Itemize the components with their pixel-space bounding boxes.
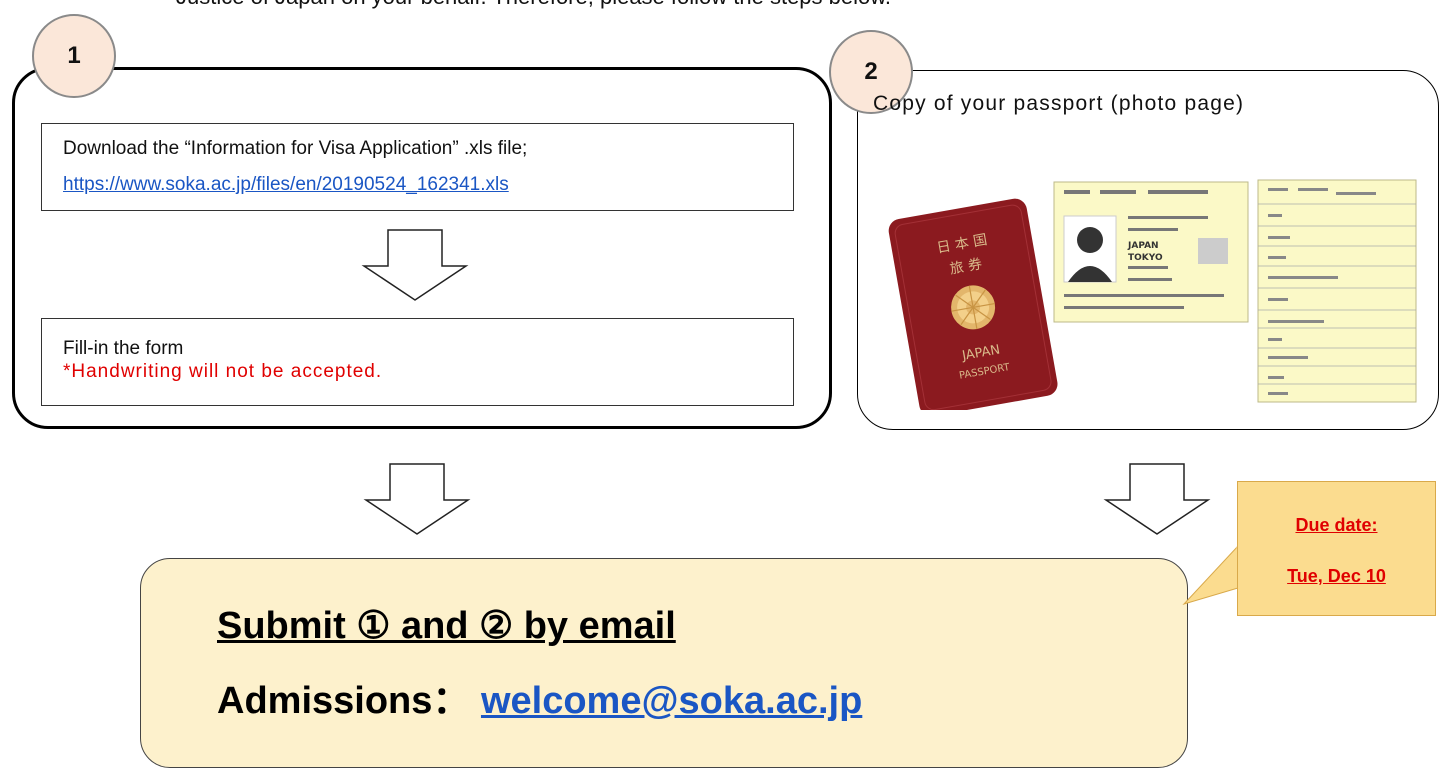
admissions-label: Admissions： xyxy=(217,680,471,722)
down-arrow-icon xyxy=(363,463,471,535)
due-date-note: Due date: Tue, Dec 10 xyxy=(1237,481,1436,616)
passport-copy-title: Copy of your passport (photo page) xyxy=(873,92,1245,115)
admissions-email-link[interactable]: welcome@soka.ac.jp xyxy=(481,680,862,722)
fill-form-box: Fill-in the form *Handwriting will not b… xyxy=(41,318,794,406)
submit-box: Submit ① and ② by email Admissions： welc… xyxy=(140,558,1188,768)
handwriting-warning: *Handwriting will not be accepted. xyxy=(63,361,383,382)
download-text: Download the “Information for Visa Appli… xyxy=(63,138,528,159)
step1-badge: 1 xyxy=(32,14,116,98)
download-link[interactable]: https://www.soka.ac.jp/files/en/20190524… xyxy=(63,174,793,196)
submit-instruction: Submit ① and ② by email xyxy=(217,605,676,647)
photo-page-japan: JAPAN xyxy=(1127,241,1159,251)
passport-photo-page: JAPAN TOKYO xyxy=(1053,181,1249,323)
fill-form-text: Fill-in the form xyxy=(63,338,184,359)
due-date-label: Due date: xyxy=(1295,515,1378,535)
intro-text: Justice of Japan on your behalf. Therefo… xyxy=(176,0,891,10)
down-arrow-icon xyxy=(361,229,469,301)
due-date-value: Tue, Dec 10 xyxy=(1287,566,1386,586)
admissions-contact: Admissions： welcome@soka.ac.jp xyxy=(217,669,862,724)
passport-cover-icon: 日 本 国 旅 券 JAPAN PASSPORT xyxy=(888,198,1058,410)
photo-page-city: TOKYO xyxy=(1128,253,1163,263)
download-box: Download the “Information for Visa Appli… xyxy=(41,123,794,211)
down-arrow-icon xyxy=(1103,463,1211,535)
passport-illustration: 日 本 国 旅 券 JAPAN PASSPORT JAPAN TOKYO xyxy=(888,179,1417,410)
passport-endorsement-page xyxy=(1257,179,1417,403)
